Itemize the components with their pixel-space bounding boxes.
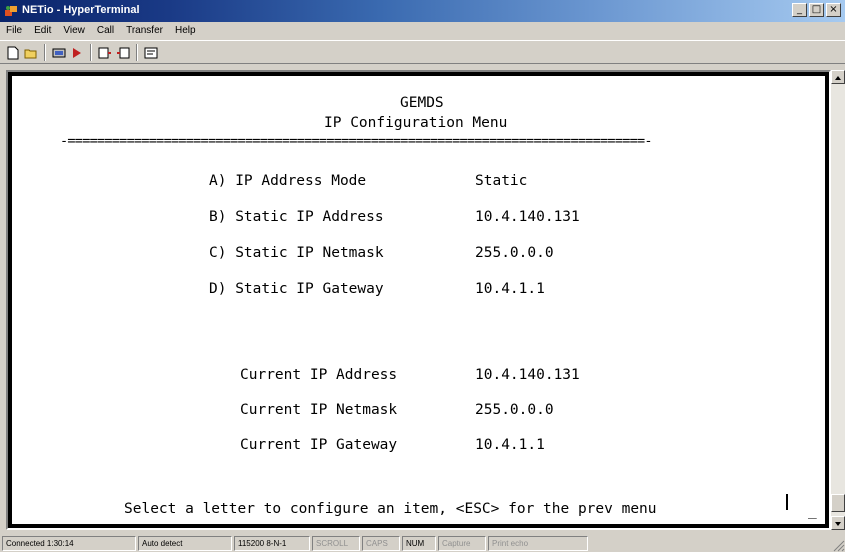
text-cursor [786,494,788,510]
hyperterminal-icon [5,6,17,16]
vertical-scrollbar[interactable] [831,70,845,530]
status-settings: 115200 8-N-1 [234,536,310,551]
terminal-brand: GEMDS [400,95,444,111]
option-c-label: C) Static IP Netmask [209,245,384,261]
open-icon[interactable] [22,44,40,61]
status-print-echo: Print echo [488,536,588,551]
menu-help[interactable]: Help [169,25,202,36]
arrow-down-icon [835,522,841,526]
title-bar: NETio - HyperTerminal _ □ × [0,0,845,22]
option-a-label: A) IP Address Mode [209,173,367,189]
new-icon[interactable] [4,44,22,61]
menu-transfer[interactable]: Transfer [120,25,169,36]
status-scroll: SCROLL [312,536,360,551]
terminal-separator: -=======================================… [60,133,653,149]
terminal-title: IP Configuration Menu [324,115,508,131]
status-connected: Connected 1:30:14 [2,536,136,551]
close-button[interactable]: × [826,3,841,17]
current-netmask-label: Current IP Netmask [240,402,398,418]
menu-call[interactable]: Call [91,25,120,36]
toolbar-separator [90,44,92,61]
receive-icon[interactable] [114,44,132,61]
status-caps: CAPS [362,536,400,551]
option-d-value: 10.4.1.1 [475,281,545,297]
properties-icon[interactable] [142,44,160,61]
terminal-screen[interactable]: GEMDS IP Configuration Menu -===========… [10,74,827,526]
scroll-up-button[interactable] [831,70,845,84]
window-title: NETio - HyperTerminal [22,4,140,16]
maximize-button[interactable]: □ [809,3,824,17]
menu-view[interactable]: View [57,25,91,36]
resize-grip-icon[interactable] [831,538,845,552]
option-a-value: Static [475,173,528,189]
current-address-label: Current IP Address [240,367,398,383]
option-b-label: B) Static IP Address [209,209,384,225]
option-b-value: 10.4.140.131 [475,209,580,225]
option-d-label: D) Static IP Gateway [209,281,384,297]
menu-bar: File Edit View Call Transfer Help [0,22,845,39]
current-netmask-value: 255.0.0.0 [475,402,554,418]
toolbar-separator [136,44,138,61]
arrow-up-icon [835,76,841,80]
scroll-down-button[interactable] [831,516,845,530]
status-num: NUM [402,536,436,551]
toolbar [0,40,845,64]
current-gateway-value: 10.4.1.1 [475,437,545,453]
current-address-value: 10.4.140.131 [475,367,580,383]
toolbar-separator [44,44,46,61]
status-capture: Capture [438,536,486,551]
minimize-button[interactable]: _ [792,3,807,17]
properties-call-icon[interactable] [68,44,86,61]
terminal-cursor: _ [808,503,817,519]
terminal-prompt: Select a letter to configure an item, <E… [124,501,657,517]
scroll-thumb[interactable] [831,494,845,512]
terminal-frame: GEMDS IP Configuration Menu -===========… [6,70,831,530]
option-c-value: 255.0.0.0 [475,245,554,261]
status-bar: Connected 1:30:14 Auto detect 115200 8-N… [0,535,845,552]
current-gateway-label: Current IP Gateway [240,437,398,453]
menu-edit[interactable]: Edit [28,25,57,36]
status-detect: Auto detect [138,536,232,551]
send-icon[interactable] [96,44,114,61]
menu-file[interactable]: File [0,25,28,36]
disconnect-icon[interactable] [50,44,68,61]
